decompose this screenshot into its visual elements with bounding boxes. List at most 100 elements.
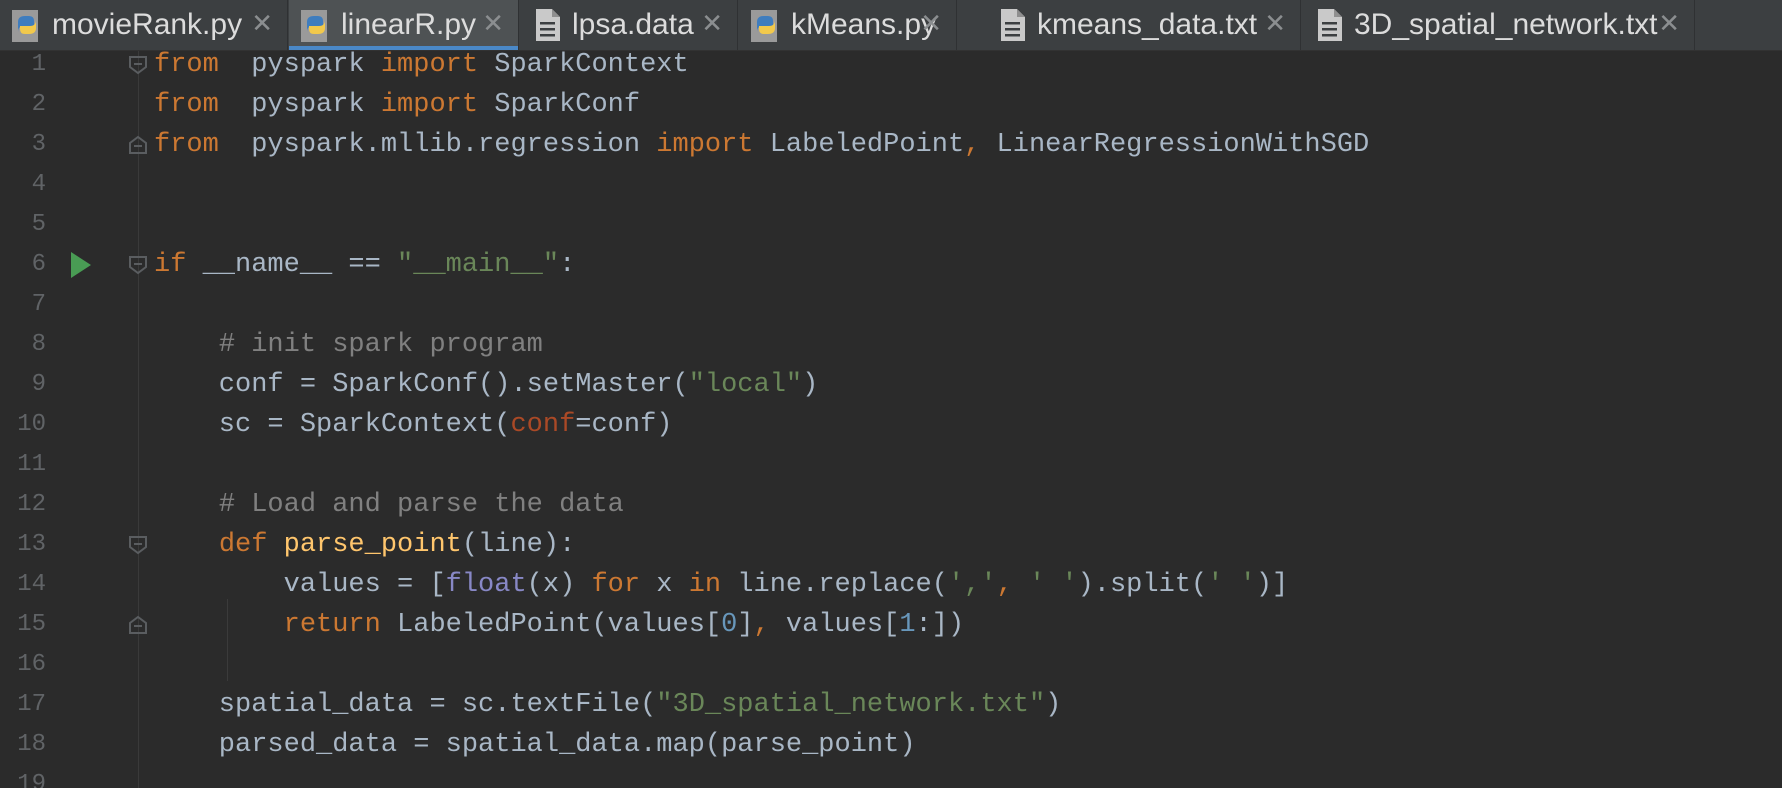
tab-label: lpsa.data <box>572 8 694 41</box>
close-tab-icon[interactable]: ✕ <box>251 8 273 39</box>
code-token: values = [ <box>154 570 446 600</box>
code-token: import <box>656 130 754 160</box>
code-token: (x) <box>526 570 592 600</box>
code-token: from <box>154 51 219 80</box>
code-text: from pyspark import SparkContext <box>154 51 689 85</box>
fold-end-icon[interactable] <box>128 135 148 155</box>
code-token: __name__ == <box>186 250 398 280</box>
code-token: ',' <box>947 570 997 600</box>
fold-start-icon[interactable] <box>128 255 148 275</box>
code-token: line.replace( <box>721 570 948 600</box>
code-token: "3D_spatial_network.txt" <box>656 690 1046 720</box>
code-text: spatial_data = sc.textFile("3D_spatial_n… <box>154 685 1062 725</box>
run-icon[interactable] <box>71 252 91 278</box>
code-token: 0 <box>721 610 738 640</box>
close-tab-icon[interactable]: ✕ <box>920 8 942 39</box>
line-number: 19 <box>17 771 46 788</box>
close-tab-icon[interactable]: ✕ <box>482 8 504 39</box>
fold-start-icon[interactable] <box>128 535 148 555</box>
code-line[interactable]: 13 def parse_point(line): <box>0 525 1782 565</box>
code-token: ' ' <box>1207 570 1256 600</box>
line-number: 12 <box>17 491 46 518</box>
code-text: # init spark program <box>154 325 543 365</box>
code-token: conf = SparkConf().setMaster( <box>154 370 689 400</box>
tab-kmeans-data-txt[interactable]: kmeans_data.txt ✕ <box>985 0 1301 50</box>
code-token: (line): <box>461 530 576 560</box>
code-token: SparkConf <box>478 90 641 120</box>
code-line[interactable]: 9 conf = SparkConf().setMaster("local") <box>0 365 1782 405</box>
close-tab-icon[interactable]: ✕ <box>701 8 723 39</box>
code-token: "__main__" <box>397 250 560 280</box>
code-token: import <box>380 90 479 120</box>
tab-lpsa-data[interactable]: lpsa.data ✕ <box>520 0 738 50</box>
tab-movierank-py[interactable]: movieRank.py ✕ <box>0 0 288 50</box>
code-line[interactable]: 3 from pyspark.mllib.regression import La… <box>0 125 1782 165</box>
code-line[interactable]: 18 parsed_data = spatial_data.map(parse_… <box>0 725 1782 765</box>
fold-end-icon[interactable] <box>128 615 148 635</box>
tab-label: linearR.py <box>341 8 477 41</box>
code-line[interactable]: 6 if __name__ == "__main__": <box>0 245 1782 285</box>
code-line[interactable]: 5 <box>0 205 1782 245</box>
fold-start-icon[interactable] <box>128 55 148 75</box>
line-number: 6 <box>31 251 46 278</box>
text-file-icon <box>530 6 572 44</box>
code-token: for <box>591 570 641 600</box>
code-text: values = [float(x) for x in line.replace… <box>154 565 1289 605</box>
code-token: pyspark <box>218 90 381 120</box>
code-line[interactable]: 17 spatial_data = sc.textFile("3D_spatia… <box>0 685 1782 725</box>
code-line[interactable]: 4 <box>0 165 1782 205</box>
code-token: SparkContext <box>478 51 689 80</box>
code-line[interactable]: 8 # init spark program <box>0 325 1782 365</box>
code-editor[interactable]: 1 from pyspark import SparkContext 2 from p… <box>0 51 1782 788</box>
code-line[interactable]: 1 from pyspark import SparkContext <box>0 51 1782 85</box>
code-token: from <box>154 90 219 120</box>
code-token: LinearRegressionWithSGD <box>980 130 1370 160</box>
line-number: 8 <box>31 331 46 358</box>
code-text: conf = SparkConf().setMaster("local") <box>154 365 819 405</box>
code-token: ) <box>1045 690 1062 720</box>
code-line[interactable]: 16 <box>0 645 1782 685</box>
code-line[interactable]: 11 <box>0 445 1782 485</box>
code-text: parsed_data = spatial_data.map(parse_poi… <box>154 725 916 765</box>
line-number: 11 <box>17 451 46 478</box>
code-line[interactable]: 10 sc = SparkContext(conf=conf) <box>0 405 1782 445</box>
close-tab-icon[interactable]: ✕ <box>1658 8 1680 39</box>
code-token: , <box>753 610 770 640</box>
code-token: # Load and parse the data <box>218 490 624 520</box>
code-token: parse_point <box>283 530 462 560</box>
code-line[interactable]: 14 values = [float(x) for x in line.repl… <box>0 565 1782 605</box>
close-tab-icon[interactable]: ✕ <box>1264 8 1286 39</box>
line-number: 17 <box>17 691 46 718</box>
code-token: =conf) <box>575 410 673 440</box>
code-text: from pyspark.mllib.regression import Lab… <box>154 125 1369 165</box>
tab-linearr-py[interactable]: linearR.py ✕ <box>289 0 519 50</box>
tab-3d-spatial-network-txt[interactable]: 3D_spatial_network.txt ✕ <box>1302 0 1695 50</box>
editor-tab-bar: movieRank.py ✕ linearR.py ✕ lpsa.data ✕ kMeans… <box>0 0 1782 51</box>
code-token: pyspark <box>218 51 381 80</box>
code-line[interactable]: 12 # Load and parse the data <box>0 485 1782 525</box>
code-line[interactable]: 15 return LabeledPoint(values[0], values… <box>0 605 1782 645</box>
line-number: 15 <box>17 611 46 638</box>
code-token: ' ' <box>1028 570 1078 600</box>
line-number: 16 <box>17 651 46 678</box>
line-number: 14 <box>17 571 46 598</box>
code-token: parsed_data = spatial_data.map(parse_poi… <box>154 730 916 760</box>
line-number: 5 <box>31 211 46 238</box>
line-number: 9 <box>31 371 46 398</box>
code-token: x <box>640 570 689 600</box>
line-number: 10 <box>17 411 46 438</box>
code-text: sc = SparkContext(conf=conf) <box>154 405 673 445</box>
code-token: values[ <box>769 610 900 640</box>
tab-kmeans-py[interactable]: kMeans.py ✕ <box>739 0 957 50</box>
code-token: LabeledPoint <box>753 130 965 160</box>
code-line[interactable]: 19 <box>0 765 1782 788</box>
code-token: pyspark.mllib.regression <box>218 130 657 160</box>
code-line[interactable]: 7 <box>0 285 1782 325</box>
code-line[interactable]: 2 from pyspark import SparkConf <box>0 85 1782 125</box>
code-token: # init spark program <box>218 330 543 360</box>
tab-label: kmeans_data.txt <box>1037 8 1258 41</box>
code-token: sc = SparkContext( <box>154 410 511 440</box>
text-file-icon <box>1312 6 1354 44</box>
